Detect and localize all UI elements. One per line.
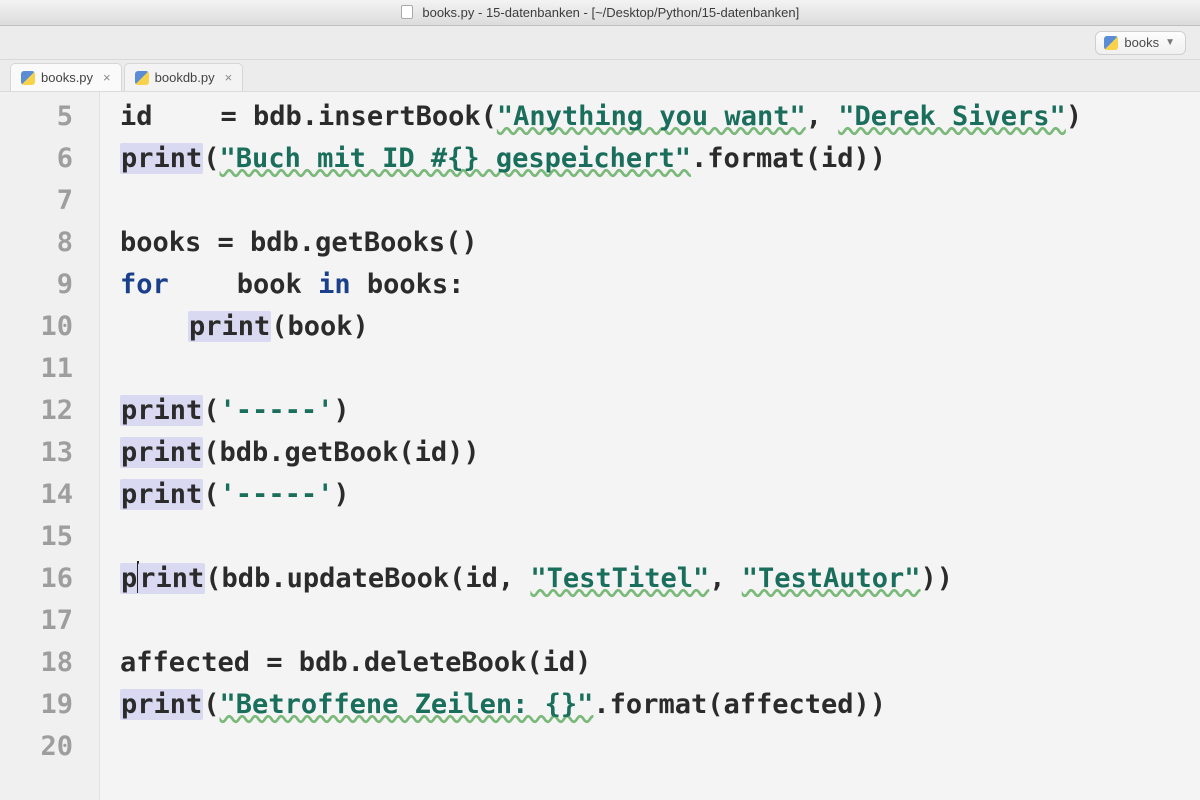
tab-label: books.py — [41, 70, 93, 85]
tab-label: bookdb.py — [155, 70, 215, 85]
line-number: 9 — [0, 264, 73, 306]
window-title: books.py - 15-datenbanken - [~/Desktop/P… — [422, 5, 799, 20]
close-icon[interactable]: × — [103, 70, 111, 85]
line-number: 12 — [0, 390, 73, 432]
code-line[interactable]: print('-----') — [120, 474, 1200, 516]
line-number: 8 — [0, 222, 73, 264]
code-line[interactable]: print(bdb.getBook(id)) — [120, 432, 1200, 474]
chevron-down-icon: ▼ — [1165, 37, 1175, 48]
line-number: 15 — [0, 516, 73, 558]
code-line[interactable]: print('-----') — [120, 390, 1200, 432]
editor-surface: 567891011121314151617181920 id= bdb.inse… — [0, 92, 1200, 800]
code-line[interactable] — [120, 348, 1200, 390]
code-line[interactable]: print("Betroffene Zeilen: {}".format(aff… — [120, 684, 1200, 726]
tab-books-py[interactable]: books.py × — [10, 63, 122, 91]
line-number: 5 — [0, 96, 73, 138]
python-icon — [135, 71, 149, 85]
code-line[interactable]: affected = bdb.deleteBook(id) — [120, 642, 1200, 684]
code-line[interactable] — [120, 600, 1200, 642]
code-line[interactable] — [120, 180, 1200, 222]
gutter: 567891011121314151617181920 — [0, 92, 100, 800]
code-line[interactable]: print("Buch mit ID #{} gespeichert".form… — [120, 138, 1200, 180]
line-number: 13 — [0, 432, 73, 474]
code-area[interactable]: id= bdb.insertBook("Anything you want", … — [100, 92, 1200, 800]
line-number: 17 — [0, 600, 73, 642]
window-titlebar: books.py - 15-datenbanken - [~/Desktop/P… — [0, 0, 1200, 26]
editor-tabs: books.py × bookdb.py × — [0, 60, 1200, 92]
line-number: 18 — [0, 642, 73, 684]
run-config-name: books — [1124, 35, 1159, 50]
tab-bookdb-py[interactable]: bookdb.py × — [124, 63, 244, 91]
code-line[interactable]: forbook in books: — [120, 264, 1200, 306]
python-icon — [1104, 36, 1118, 50]
line-number: 10 — [0, 306, 73, 348]
python-icon — [21, 71, 35, 85]
line-number: 16 — [0, 558, 73, 600]
document-icon — [401, 5, 413, 19]
line-number: 19 — [0, 684, 73, 726]
code-line[interactable]: books = bdb.getBooks() — [120, 222, 1200, 264]
code-line[interactable] — [120, 726, 1200, 768]
code-line[interactable]: print(book) — [120, 306, 1200, 348]
code-line[interactable]: print(bdb.updateBook(id, "TestTitel", "T… — [120, 558, 1200, 600]
run-config-dropdown[interactable]: books ▼ — [1095, 31, 1186, 55]
line-number: 20 — [0, 726, 73, 768]
line-number: 7 — [0, 180, 73, 222]
line-number: 11 — [0, 348, 73, 390]
code-line[interactable] — [120, 516, 1200, 558]
toolbar: books ▼ — [0, 26, 1200, 60]
close-icon[interactable]: × — [225, 70, 233, 85]
line-number: 6 — [0, 138, 73, 180]
line-number: 14 — [0, 474, 73, 516]
code-line[interactable]: id= bdb.insertBook("Anything you want", … — [120, 96, 1200, 138]
